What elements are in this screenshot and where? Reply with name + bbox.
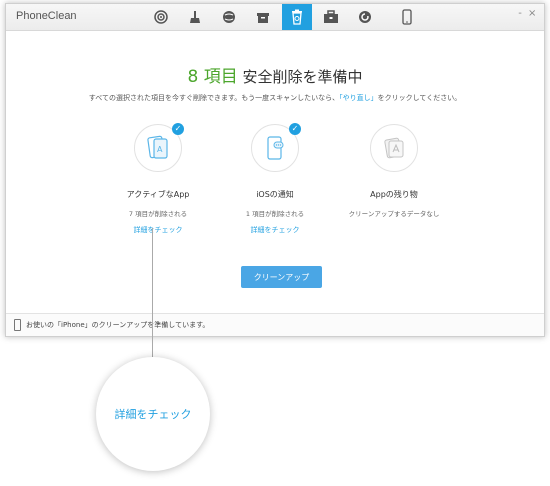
- clean-up-button[interactable]: クリーンアップ: [241, 266, 322, 288]
- heading-text: 安全削除を準備中: [237, 68, 363, 86]
- check-details-link[interactable]: 詳細をチェック: [215, 225, 335, 235]
- category-title: Appの残り物: [370, 190, 418, 199]
- item-count: 8 項目: [187, 67, 238, 87]
- notification-icon: [267, 136, 284, 160]
- check-details-link[interactable]: 詳細をチェック: [98, 225, 218, 235]
- page-heading: 8 項目 安全削除を準備中: [6, 62, 544, 87]
- instructions-after: をクリックしてください。: [377, 94, 462, 102]
- briefcase-icon[interactable]: [316, 4, 346, 30]
- app-window: PhoneClean -× 8 項目 安全削除を準備中 すべての選択された項目を…: [5, 3, 545, 337]
- phone-icon[interactable]: [392, 4, 422, 30]
- callout-magnifier: 詳細をチェック: [96, 357, 210, 471]
- category-subtitle: 1 項目が削除される: [245, 210, 305, 218]
- svg-text:A: A: [157, 145, 163, 154]
- category-ios-notifications: ✓ iOSの通知 1 項目が削除される 詳細をチェック: [215, 123, 335, 235]
- target-icon[interactable]: [146, 4, 176, 30]
- retry-link[interactable]: 「やり直し」: [339, 94, 378, 102]
- callout-link-text: 詳細をチェック: [114, 408, 192, 421]
- refresh-icon[interactable]: [350, 4, 380, 30]
- instructions-text: すべての選択された項目を今すぐ削除できます。もう一度スキャンしたいなら、「やり直…: [6, 93, 544, 103]
- title-bar: PhoneClean -×: [6, 4, 544, 31]
- app-name: PhoneClean: [16, 10, 77, 22]
- box-icon[interactable]: [248, 4, 278, 30]
- globe-icon[interactable]: [214, 4, 244, 30]
- instructions-before: すべての選択された項目を今すぐ削除できます。もう一度スキャンしたいなら、: [88, 94, 340, 102]
- category-active-apps: A ✓ アクティブなApp 7 項目が削除される 詳細をチェック: [98, 123, 218, 235]
- trash-icon[interactable]: [282, 4, 312, 30]
- checked-icon[interactable]: ✓: [172, 123, 184, 135]
- category-icon-circle: A ✓: [134, 123, 184, 172]
- category-icon-circle: ✓: [251, 123, 301, 172]
- category-title: iOSの通知: [256, 190, 294, 199]
- broom-icon[interactable]: [180, 4, 210, 30]
- checked-icon[interactable]: ✓: [289, 123, 301, 135]
- close-button[interactable]: ×: [528, 8, 538, 19]
- app-store-icon: [384, 137, 404, 159]
- minimize-button[interactable]: -: [518, 8, 528, 19]
- phone-icon: [14, 319, 21, 331]
- category-subtitle: 7 項目が削除される: [128, 210, 188, 218]
- callout-line: [152, 228, 153, 358]
- app-icon: A: [147, 135, 168, 159]
- category-icon-circle: [370, 124, 418, 172]
- category-title: アクティブなApp: [126, 190, 190, 199]
- status-text: お使いの「iPhone」のクリーンアップを準備しています。: [26, 321, 210, 329]
- category-app-leftovers: Appの残り物 クリーンアップするデータなし: [334, 124, 454, 218]
- category-subtitle: クリーンアップするデータなし: [348, 210, 440, 218]
- window-controls: -×: [518, 8, 538, 19]
- status-bar: お使いの「iPhone」のクリーンアップを準備しています。: [6, 313, 544, 336]
